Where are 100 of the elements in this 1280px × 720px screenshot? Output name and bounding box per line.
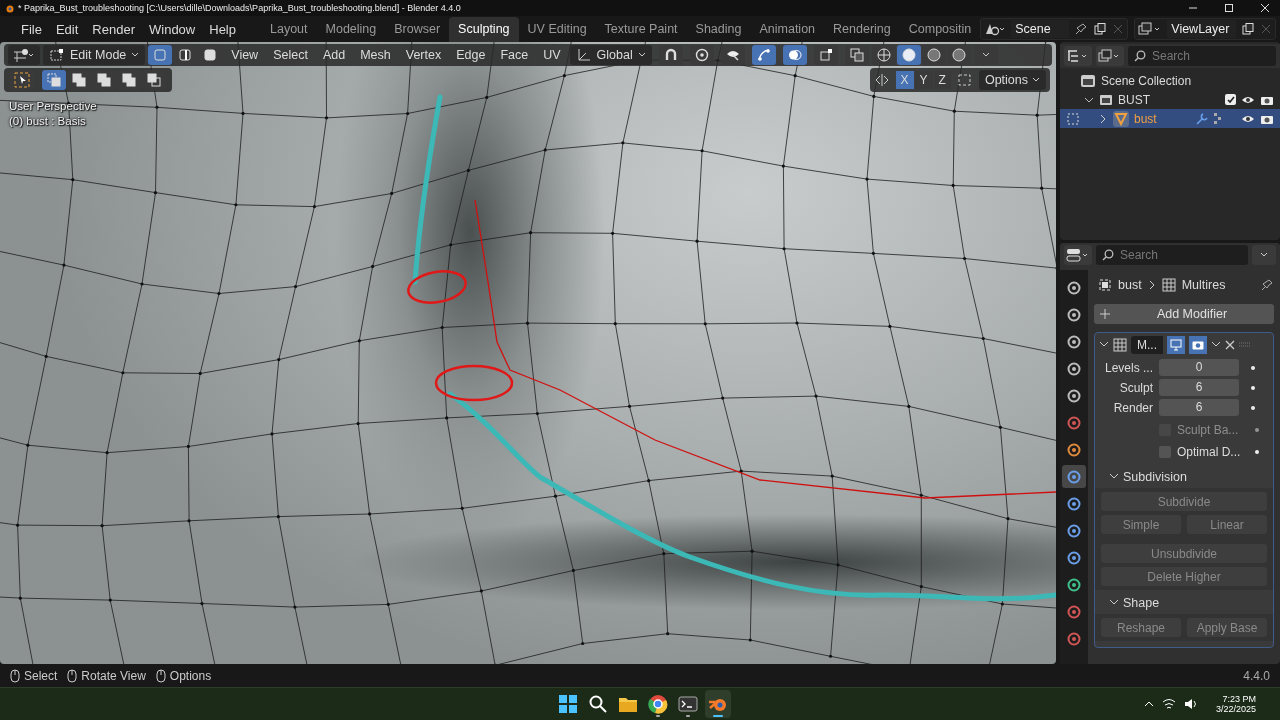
menu-item[interactable]: Edit bbox=[48, 21, 86, 37]
eye-icon[interactable] bbox=[1241, 94, 1255, 105]
close-icon[interactable] bbox=[1260, 3, 1270, 13]
header-menu[interactable]: Add bbox=[316, 48, 352, 62]
workspace-tab[interactable]: Compositin bbox=[899, 17, 981, 42]
menu-item[interactable]: Render bbox=[85, 21, 142, 37]
header-menu[interactable]: Vertex bbox=[399, 48, 448, 62]
checkbox[interactable] bbox=[1159, 445, 1171, 458]
workspace-tab[interactable]: Shading bbox=[686, 17, 751, 42]
chevron-down-icon[interactable] bbox=[1109, 599, 1119, 607]
keyframe-dot-icon[interactable] bbox=[1251, 365, 1255, 370]
browser-icon bbox=[648, 694, 668, 714]
header-menu[interactable]: Edge bbox=[450, 48, 492, 62]
clock-time[interactable]: 7:23 PM bbox=[1222, 694, 1256, 704]
keyframe-dot-icon[interactable] bbox=[1251, 385, 1255, 390]
selection-mode-button[interactable] bbox=[42, 70, 66, 90]
section-title[interactable]: Shape bbox=[1123, 596, 1160, 610]
workspace-tab[interactable]: Rendering bbox=[824, 17, 900, 42]
chevron-right-icon[interactable] bbox=[1098, 113, 1108, 124]
duplicate-icon[interactable] bbox=[1093, 22, 1108, 36]
scene-selector[interactable]: Scene bbox=[980, 18, 1129, 40]
shading-mode-button[interactable] bbox=[921, 45, 946, 65]
header-menu[interactable]: Select bbox=[267, 48, 314, 62]
header-menu[interactable]: View bbox=[225, 48, 265, 62]
start-icon bbox=[558, 694, 578, 714]
header-toggle-button[interactable] bbox=[813, 45, 838, 65]
edge-select-icon bbox=[178, 48, 193, 62]
workspace-tab[interactable]: Texture Paint bbox=[595, 17, 687, 42]
chevron-down-icon[interactable] bbox=[1109, 473, 1119, 481]
tree-item[interactable]: Scene Collection bbox=[1101, 73, 1192, 88]
editor-type-button[interactable] bbox=[1064, 245, 1092, 265]
wifi-icon[interactable] bbox=[1161, 698, 1176, 710]
menu-item[interactable]: File bbox=[14, 21, 49, 37]
header-toggle-button[interactable] bbox=[751, 45, 776, 65]
workspace-tab[interactable]: Sculpting bbox=[449, 17, 519, 42]
keyframe-dot-icon[interactable] bbox=[1255, 449, 1259, 454]
select-mode-button[interactable] bbox=[148, 45, 173, 65]
taskbar-app[interactable] bbox=[705, 690, 731, 718]
mirror-axis-toggle[interactable]: X bbox=[895, 71, 914, 89]
search-field[interactable]: Search bbox=[1096, 245, 1248, 265]
number-field[interactable]: 6 bbox=[1159, 399, 1239, 416]
duplicate-icon[interactable] bbox=[1241, 22, 1256, 36]
header-toggle-button[interactable] bbox=[782, 45, 807, 65]
menu-item[interactable]: Help bbox=[202, 21, 243, 37]
eye-cursor-icon bbox=[725, 48, 740, 62]
outliner-row[interactable]: bust bbox=[1060, 109, 1280, 128]
add-modifier-button[interactable]: Add Modifier bbox=[1094, 304, 1274, 324]
checkbox[interactable] bbox=[1225, 94, 1236, 105]
workspace-tab[interactable]: Browser bbox=[385, 17, 450, 42]
menu-item[interactable]: Window bbox=[142, 21, 203, 37]
auto-merge-icon[interactable] bbox=[956, 73, 973, 87]
number-field[interactable]: 6 bbox=[1159, 379, 1239, 396]
status-hint: Select bbox=[24, 668, 58, 683]
editor-type-button[interactable] bbox=[8, 45, 40, 65]
workspace-tab[interactable]: Modeling bbox=[316, 17, 386, 42]
mode-dropdown[interactable]: Edit Mode bbox=[43, 45, 146, 65]
search-field[interactable]: Search bbox=[1128, 46, 1276, 66]
eye-icon[interactable] bbox=[1241, 113, 1255, 124]
close-icon[interactable] bbox=[1225, 340, 1235, 350]
chevron-up-icon[interactable] bbox=[1143, 700, 1154, 708]
header-toggle-button[interactable] bbox=[720, 45, 745, 65]
render-toggle[interactable] bbox=[1189, 336, 1207, 354]
orientation-dropdown[interactable]: Global bbox=[569, 45, 652, 65]
chevron-down-icon bbox=[131, 52, 140, 58]
drag-handle-icon[interactable] bbox=[1239, 342, 1251, 348]
options-dropdown[interactable]: Options bbox=[978, 70, 1046, 90]
workspace-tab[interactable]: Layout bbox=[261, 17, 317, 42]
display-mode-dropdown[interactable] bbox=[1064, 46, 1092, 66]
header-toggle-button[interactable] bbox=[844, 45, 869, 65]
header-toggle-button[interactable] bbox=[658, 45, 683, 65]
pin-icon[interactable] bbox=[1260, 278, 1274, 292]
tree-item[interactable]: bust bbox=[1134, 111, 1189, 126]
header-menu[interactable]: Mesh bbox=[354, 48, 397, 62]
clock-date[interactable]: 3/22/2025 bbox=[1215, 704, 1256, 714]
edit-mode-icon bbox=[49, 48, 65, 62]
chevron-down-icon[interactable] bbox=[1099, 341, 1109, 349]
viewport-toggle[interactable] bbox=[1167, 336, 1185, 354]
number-field[interactable]: 0 bbox=[1159, 359, 1239, 376]
mirror-axis-toggle[interactable]: Y bbox=[914, 71, 933, 89]
header-toggle-button[interactable] bbox=[689, 45, 714, 65]
vertex-select-icon bbox=[153, 48, 168, 62]
pin-icon[interactable] bbox=[1074, 22, 1089, 36]
section-title[interactable]: Subdivision bbox=[1123, 470, 1187, 484]
chevron-down-icon[interactable] bbox=[1211, 341, 1221, 349]
header-menu[interactable]: Face bbox=[494, 48, 535, 62]
shading-mode-button[interactable] bbox=[896, 45, 921, 65]
modifier-name-field[interactable]: M... bbox=[1131, 336, 1163, 354]
view-layer-selector[interactable]: ViewLayer bbox=[1134, 18, 1277, 40]
workspace-tab[interactable]: UV Editing bbox=[518, 17, 596, 42]
maximize-icon[interactable] bbox=[1224, 3, 1234, 13]
shading-mode-button[interactable] bbox=[871, 45, 896, 65]
header-menu[interactable]: UV bbox=[537, 48, 567, 62]
speaker-icon[interactable] bbox=[1183, 698, 1198, 710]
filter-dropdown[interactable] bbox=[1096, 46, 1124, 66]
multires-icon bbox=[1161, 278, 1176, 292]
mirror-axis-toggle[interactable]: Z bbox=[933, 71, 951, 89]
properties-tab[interactable] bbox=[1062, 465, 1086, 488]
keyframe-dot-icon[interactable] bbox=[1251, 405, 1255, 410]
tree-item[interactable]: BUST bbox=[1118, 92, 1220, 107]
workspace-tab[interactable]: Animation bbox=[750, 17, 825, 42]
